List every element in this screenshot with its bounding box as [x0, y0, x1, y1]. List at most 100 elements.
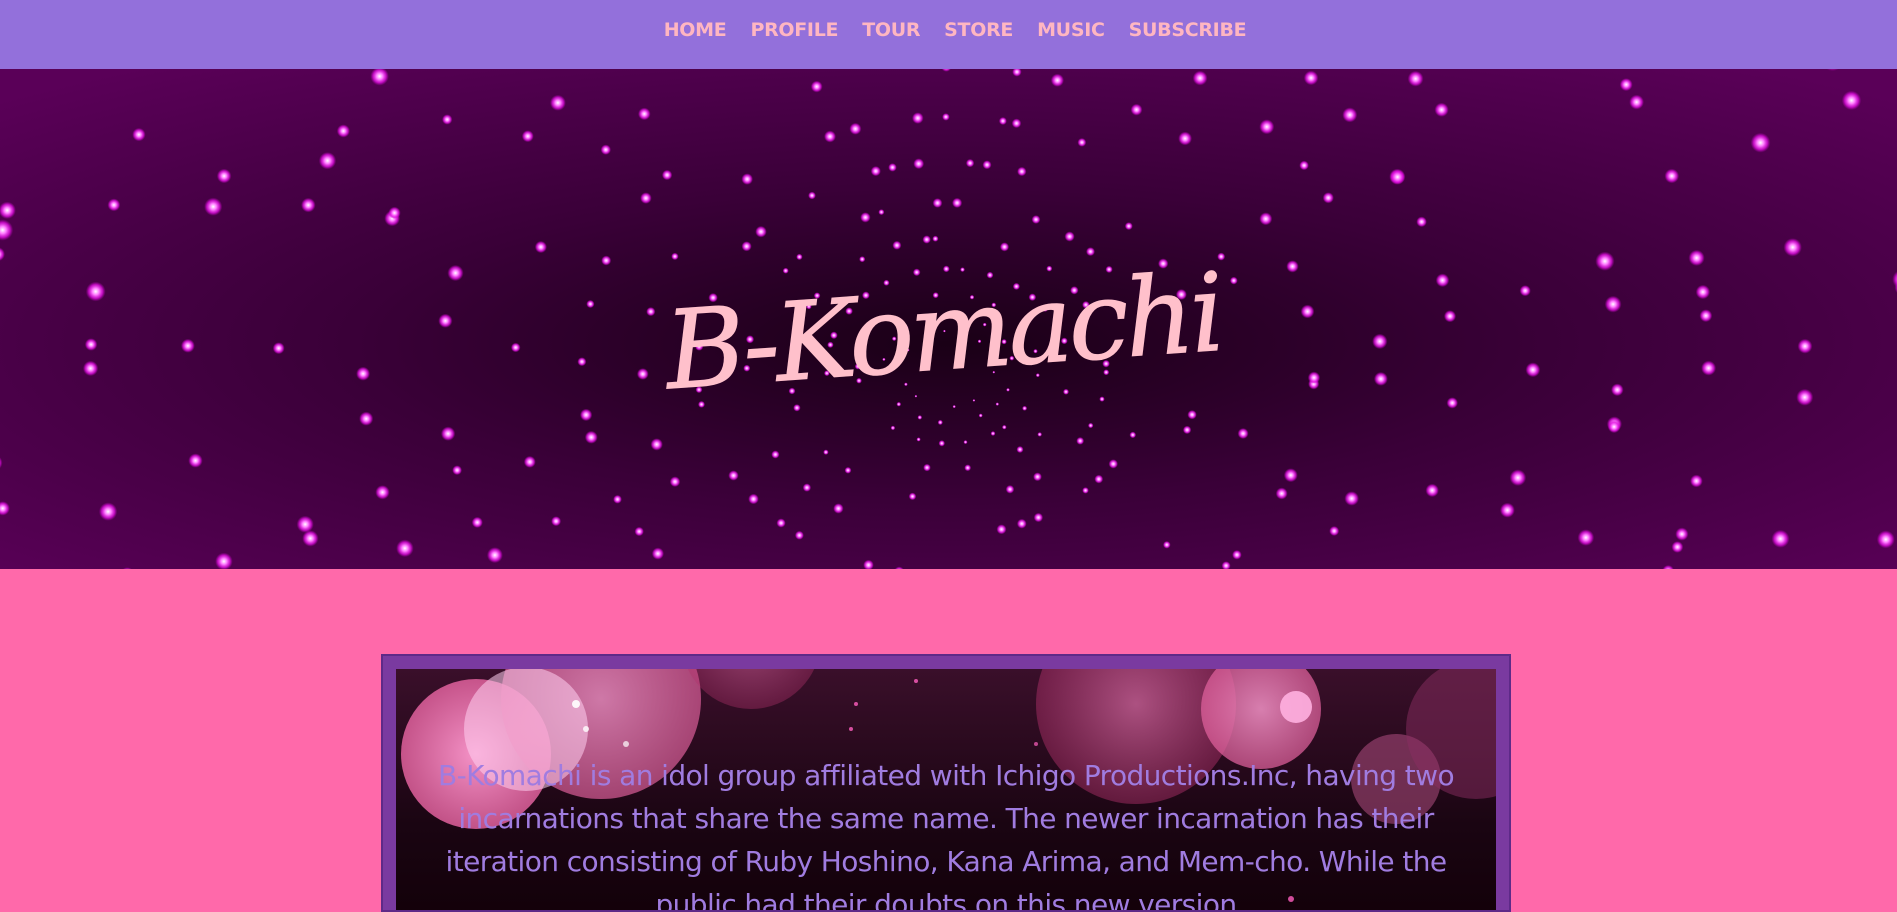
light-dot — [917, 415, 923, 420]
light-dot — [1163, 541, 1171, 549]
light-dot — [960, 267, 965, 272]
light-dot — [1283, 468, 1298, 483]
light-dot — [1607, 420, 1621, 434]
light-dot — [942, 113, 950, 121]
light-dot — [830, 331, 838, 340]
light-dot — [912, 268, 921, 277]
light-dot — [912, 112, 924, 124]
light-dot — [1042, 306, 1048, 312]
light-dot — [1232, 550, 1242, 560]
light-dot — [650, 438, 663, 451]
light-dot — [302, 530, 319, 547]
light-dot — [1129, 431, 1137, 439]
light-dot — [1446, 397, 1459, 409]
light-dot — [1299, 160, 1309, 171]
light-dot — [1259, 119, 1275, 135]
light-dot — [1611, 383, 1624, 397]
light-dot — [359, 411, 374, 426]
nav-store-link[interactable]: STORE — [944, 19, 1013, 41]
nav-subscribe-link[interactable]: SUBSCRIBE — [1129, 19, 1247, 41]
light-dot — [695, 342, 704, 351]
light-dot — [1300, 304, 1315, 319]
light-dot — [1082, 301, 1090, 309]
top-navbar: HOME PROFILE TOUR STORE MUSIC SUBSCRIBE — [0, 0, 1897, 69]
light-dot — [986, 271, 994, 279]
light-dot — [1035, 373, 1040, 378]
light-dot — [1425, 483, 1439, 498]
light-dot — [586, 299, 595, 309]
nav-tour-link[interactable]: TOUR — [862, 19, 920, 41]
light-dot — [1001, 339, 1007, 345]
light-dot — [806, 303, 812, 310]
light-dot — [845, 307, 853, 315]
light-dot — [982, 322, 987, 327]
light-dot — [748, 493, 759, 505]
light-dot — [963, 440, 968, 445]
light-dot — [216, 168, 232, 184]
light-dot — [952, 405, 956, 409]
light-dot — [1688, 249, 1705, 266]
light-dot — [521, 130, 534, 143]
light-dot — [802, 483, 812, 492]
light-dot — [1664, 168, 1680, 184]
light-dot — [600, 144, 611, 155]
light-dot — [856, 377, 862, 384]
light-dot — [1373, 371, 1388, 386]
light-dot — [878, 209, 885, 216]
light-dot — [1699, 309, 1713, 323]
light-dot — [1028, 293, 1037, 301]
light-dot — [824, 130, 836, 143]
light-dot — [356, 366, 371, 381]
light-dot — [661, 169, 673, 181]
light-dot — [1063, 388, 1069, 395]
nav-home-link[interactable]: HOME — [664, 19, 727, 41]
light-dot — [990, 431, 996, 436]
nav-music-link[interactable]: MUSIC — [1037, 19, 1105, 41]
light-dot — [904, 382, 908, 387]
light-dot — [1275, 487, 1288, 500]
light-dot — [336, 124, 350, 138]
nav-profile-link[interactable]: PROFILE — [750, 19, 838, 41]
light-dot — [932, 235, 939, 242]
about-description: B-Komachi is an idol group affiliated wi… — [438, 759, 1455, 912]
light-dot — [741, 241, 752, 252]
light-dot — [788, 387, 796, 395]
nav-menu: HOME PROFILE TOUR STORE MUSIC SUBSCRIBE — [651, 0, 1247, 41]
light-dot — [1088, 422, 1094, 429]
light-dot — [914, 394, 918, 398]
light-dot — [1619, 78, 1633, 92]
light-dot — [824, 370, 830, 377]
light-dot — [440, 426, 456, 441]
light-dot — [1329, 526, 1340, 536]
light-dot — [833, 503, 844, 514]
light-dot — [937, 419, 943, 425]
light-dot — [849, 122, 862, 135]
light-dot — [1070, 286, 1079, 295]
light-dot — [1182, 425, 1192, 435]
light-dot — [1124, 222, 1133, 231]
light-dot — [923, 315, 929, 321]
light-dot — [584, 430, 598, 444]
light-dot — [1322, 192, 1334, 204]
light-dot — [793, 404, 801, 412]
light-dot — [1037, 432, 1042, 437]
light-dot — [1390, 169, 1405, 185]
light-dot — [916, 437, 921, 442]
light-dot — [84, 338, 98, 351]
light-dot — [1783, 238, 1802, 257]
light-dot — [447, 264, 464, 282]
light-dot — [908, 492, 917, 501]
light-dot — [1158, 258, 1169, 269]
light-dot — [810, 80, 823, 93]
light-dot — [188, 453, 203, 468]
light-dot — [932, 292, 939, 299]
light-dot — [1435, 273, 1450, 288]
light-dot — [636, 368, 649, 380]
light-dot — [1701, 360, 1717, 376]
light-dot — [999, 242, 1010, 252]
light-dot — [823, 449, 829, 455]
light-dot — [808, 191, 816, 200]
light-dot — [992, 370, 996, 374]
light-dot — [1017, 166, 1027, 177]
light-dot — [1499, 502, 1515, 518]
